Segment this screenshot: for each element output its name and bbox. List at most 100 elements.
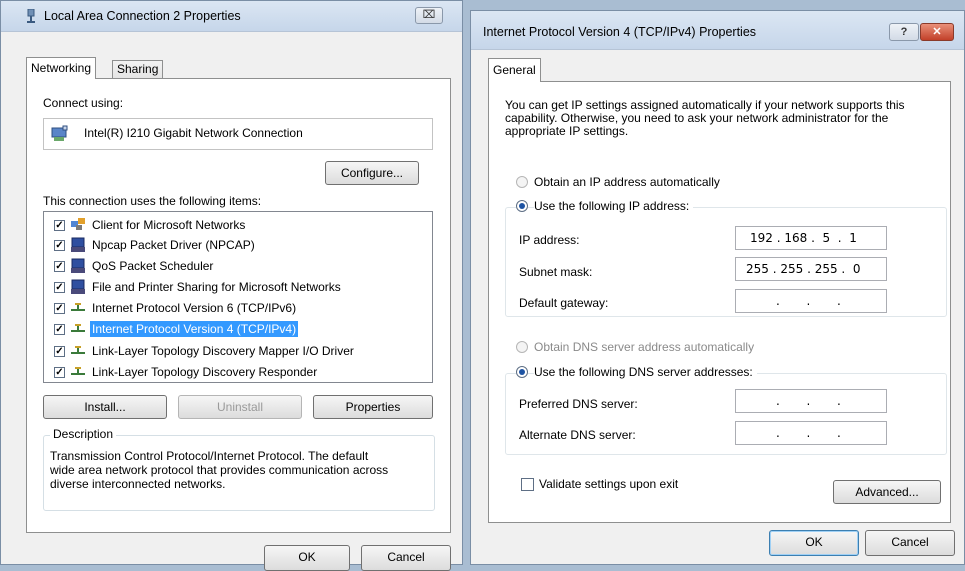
list-item[interactable]: ✓ Internet Protocol Version 6 (TCP/IPv6) <box>49 298 419 318</box>
items-label: This connection uses the following items… <box>43 194 262 208</box>
preferred-dns-value: . . . <box>776 394 841 408</box>
subnet-mask-label: Subnet mask: <box>519 265 593 279</box>
network-adapter-icon <box>51 125 68 141</box>
configure-button-label: Configure... <box>340 166 404 180</box>
list-item[interactable]: ✓ Client for Microsoft Networks <box>49 215 419 235</box>
default-gateway-field[interactable]: . . . <box>735 289 887 313</box>
uninstall-button[interactable]: Uninstall <box>178 395 302 419</box>
close-icon: ⌧ <box>422 9 436 21</box>
tab-sharing-label: Sharing <box>117 62 159 76</box>
ip-address-field[interactable]: 192 . 168 . 5 . 1 <box>735 226 887 250</box>
tab-sharing[interactable]: Sharing <box>112 60 164 79</box>
left-dialog-title: Local Area Connection 2 Properties <box>44 9 241 23</box>
tab-general-label: General <box>493 63 536 77</box>
adapter-box: Intel(R) I210 Gigabit Network Connection <box>43 118 433 150</box>
network-connection-icon <box>27 9 35 23</box>
description-title: Description <box>50 427 117 441</box>
left-title-bar: Local Area Connection 2 Properties ⌧ <box>1 1 462 32</box>
left-close-button[interactable]: ⌧ <box>415 7 443 24</box>
right-dialog-title: Internet Protocol Version 4 (TCP/IPv4) P… <box>483 25 757 39</box>
tab-general[interactable]: General <box>488 58 541 82</box>
item-label: Internet Protocol Version 4 (TCP/IPv4) <box>90 321 299 337</box>
ipv4-properties-dialog: Internet Protocol Version 4 (TCP/IPv4) P… <box>470 10 965 565</box>
advanced-button-label: Advanced... <box>855 485 919 499</box>
help-button[interactable]: ? <box>889 23 919 41</box>
service-icon <box>71 237 85 252</box>
item-label: Client for Microsoft Networks <box>92 218 246 232</box>
uninstall-button-label: Uninstall <box>216 400 264 414</box>
ip-address-value: 192 . 168 . 5 . 1 <box>750 231 857 245</box>
left-cancel-button[interactable]: Cancel <box>361 545 451 571</box>
item-label: Internet Protocol Version 6 (TCP/IPv6) <box>92 301 297 315</box>
list-item[interactable]: ✓ Link-Layer Topology Discovery Mapper I… <box>49 341 419 361</box>
protocol-icon <box>71 324 85 332</box>
item-label: Link-Layer Topology Discovery Responder <box>92 365 318 379</box>
preferred-dns-label: Preferred DNS server: <box>519 397 638 411</box>
alternate-dns-label: Alternate DNS server: <box>519 428 636 442</box>
validate-checkbox[interactable] <box>521 478 534 491</box>
adapter-name: Intel(R) I210 Gigabit Network Connection <box>84 126 303 140</box>
default-gateway-label: Default gateway: <box>519 296 609 310</box>
configure-button[interactable]: Configure... <box>325 161 419 185</box>
service-icon <box>71 258 85 273</box>
right-close-button[interactable]: ✕ <box>920 23 954 41</box>
obtain-dns-label: Obtain DNS server address automatically <box>534 340 755 354</box>
list-item[interactable]: ✓ QoS Packet Scheduler <box>49 256 419 276</box>
protocol-icon <box>71 346 85 354</box>
use-ip-radio[interactable] <box>516 200 528 212</box>
item-label: Link-Layer Topology Discovery Mapper I/O… <box>92 344 354 358</box>
item-label: QoS Packet Scheduler <box>92 259 214 273</box>
ip-address-label: IP address: <box>519 233 580 247</box>
item-checkbox[interactable]: ✓ <box>54 346 65 357</box>
help-icon: ? <box>900 26 908 38</box>
list-item[interactable]: ✓ File and Printer Sharing for Microsoft… <box>49 277 419 297</box>
item-checkbox[interactable]: ✓ <box>54 303 65 314</box>
properties-button[interactable]: Properties <box>313 395 433 419</box>
list-item[interactable]: ✓ Link-Layer Topology Discovery Responde… <box>49 362 419 382</box>
use-dns-radio[interactable] <box>516 366 528 378</box>
right-ok-button-label: OK <box>805 535 823 549</box>
connect-using-label: Connect using: <box>43 96 124 110</box>
item-checkbox[interactable]: ✓ <box>54 240 65 251</box>
properties-button-label: Properties <box>345 400 401 414</box>
obtain-dns-radio[interactable] <box>516 341 528 353</box>
advanced-button[interactable]: Advanced... <box>833 480 941 504</box>
service-icon <box>71 279 85 294</box>
validate-label: Validate settings upon exit <box>539 477 679 491</box>
preferred-dns-field[interactable]: . . . <box>735 389 887 413</box>
left-cancel-button-label: Cancel <box>387 550 425 564</box>
tab-networking-label: Networking <box>31 61 92 75</box>
network-client-icon <box>71 218 85 230</box>
obtain-ip-label: Obtain an IP address automatically <box>534 175 720 189</box>
right-title-bar: Internet Protocol Version 4 (TCP/IPv4) P… <box>471 11 964 50</box>
item-checkbox[interactable]: ✓ <box>54 367 65 378</box>
item-checkbox[interactable]: ✓ <box>54 220 65 231</box>
left-ok-button[interactable]: OK <box>264 545 350 571</box>
right-ok-button[interactable]: OK <box>769 530 859 556</box>
item-label: Npcap Packet Driver (NPCAP) <box>92 238 255 252</box>
alternate-dns-field[interactable]: . . . <box>735 421 887 445</box>
list-item-selected[interactable]: ✓ Internet Protocol Version 4 (TCP/IPv4) <box>49 319 419 339</box>
use-ip-label: Use the following IP address: <box>534 199 694 213</box>
subnet-mask-value: 255 . 255 . 255 . 0 <box>746 262 861 276</box>
item-checkbox[interactable]: ✓ <box>54 261 65 272</box>
right-cancel-button[interactable]: Cancel <box>865 530 955 556</box>
install-button[interactable]: Install... <box>43 395 167 419</box>
left-ok-button-label: OK <box>298 550 316 564</box>
protocol-icon <box>71 367 85 375</box>
item-checkbox[interactable]: ✓ <box>54 282 65 293</box>
alternate-dns-value: . . . <box>776 426 841 440</box>
protocol-icon <box>71 303 85 311</box>
subnet-mask-field[interactable]: 255 . 255 . 255 . 0 <box>735 257 887 281</box>
tab-networking[interactable]: Networking <box>26 57 97 79</box>
left-properties-dialog: Local Area Connection 2 Properties ⌧ Net… <box>0 0 463 571</box>
list-item[interactable]: ✓ Npcap Packet Driver (NPCAP) <box>49 235 419 255</box>
install-button-label: Install... <box>84 400 126 414</box>
item-checkbox[interactable]: ✓ <box>54 324 65 335</box>
obtain-ip-label-text: Obtain an IP address automatically <box>534 175 720 189</box>
use-dns-label: Use the following DNS server addresses: <box>534 365 757 379</box>
description-text: Transmission Control Protocol/Internet P… <box>50 449 389 491</box>
obtain-ip-radio[interactable] <box>516 176 528 188</box>
right-cancel-button-label: Cancel <box>891 535 929 549</box>
intro-text: You can get IP settings assigned automat… <box>505 98 905 138</box>
